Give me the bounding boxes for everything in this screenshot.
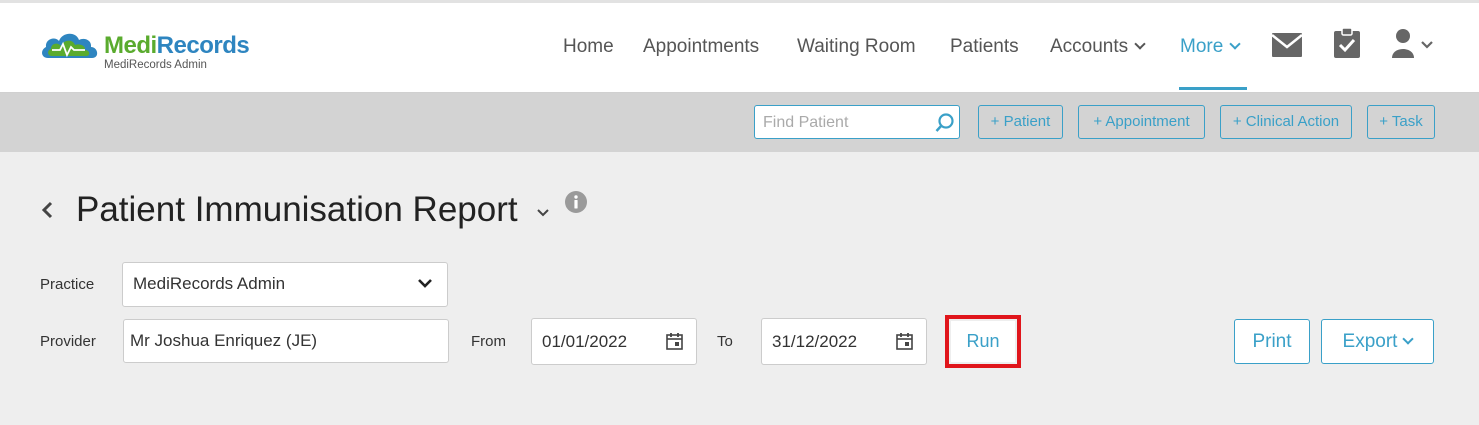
page-title: Patient Immunisation Report (76, 190, 518, 229)
nav-patients-label: Patients (950, 36, 1019, 57)
logo-text-records: Records (156, 32, 250, 59)
chevron-down-icon (418, 279, 432, 288)
run-button[interactable]: Run (951, 321, 1015, 362)
calendar-icon[interactable] (666, 332, 683, 350)
nav-waiting-room[interactable]: Waiting Room (797, 36, 916, 58)
provider-field[interactable]: Mr Joshua Enriquez (JE) (123, 319, 449, 363)
nav-accounts[interactable]: Accounts (1050, 36, 1146, 58)
provider-label: Provider (40, 333, 96, 350)
practice-label: Practice (40, 276, 95, 293)
back-chevron-icon[interactable] (40, 200, 54, 225)
cloud-logo-icon (42, 33, 98, 58)
search-input[interactable] (763, 112, 933, 134)
add-clinical-action-button[interactable]: + Clinical Action (1220, 105, 1352, 139)
mail-icon[interactable] (1271, 33, 1303, 62)
to-date-field[interactable]: 31/12/2022 (761, 318, 927, 365)
find-patient-search[interactable] (754, 105, 960, 139)
calendar-icon[interactable] (896, 332, 913, 350)
chevron-down-icon (1402, 333, 1415, 345)
search-icon[interactable] (935, 113, 955, 133)
from-date-value: 01/01/2022 (542, 332, 628, 351)
print-button[interactable]: Print (1234, 319, 1310, 364)
export-button-label: Export (1342, 331, 1398, 352)
nav-more-label: More (1180, 36, 1224, 57)
logo-text: MediRecords (104, 32, 250, 60)
user-icon[interactable] (1392, 28, 1436, 63)
print-button-label: Print (1252, 331, 1292, 352)
chevron-down-icon (1134, 38, 1146, 50)
nav-appointments[interactable]: Appointments (643, 36, 759, 58)
nav-patients[interactable]: Patients (950, 36, 1019, 58)
info-icon[interactable] (565, 191, 587, 218)
chevron-down-icon[interactable] (536, 205, 550, 223)
nav-home-label: Home (563, 36, 614, 57)
chevron-down-icon (1229, 38, 1241, 50)
nav-home[interactable]: Home (563, 36, 614, 58)
practice-select[interactable]: MediRecords Admin (122, 262, 448, 307)
from-label: From (471, 333, 506, 350)
logo-subtitle: MediRecords Admin (104, 59, 207, 71)
add-appointment-button[interactable]: + Appointment (1078, 105, 1205, 139)
nav-accounts-label: Accounts (1050, 36, 1129, 57)
from-date-field[interactable]: 01/01/2022 (531, 318, 697, 365)
add-task-button[interactable]: + Task (1367, 105, 1435, 139)
tasks-clipboard-icon[interactable] (1334, 27, 1360, 63)
to-label: To (717, 333, 733, 350)
nav-appointments-label: Appointments (643, 36, 760, 57)
nav-active-indicator (1179, 87, 1247, 90)
nav-more[interactable]: More (1180, 36, 1241, 58)
practice-selected-value: MediRecords Admin (133, 274, 286, 293)
to-date-value: 31/12/2022 (772, 332, 858, 351)
add-patient-button[interactable]: + Patient (978, 105, 1063, 139)
logo-text-medi: Medi (104, 32, 157, 59)
provider-value: Mr Joshua Enriquez (JE) (130, 331, 318, 350)
export-button[interactable]: Export (1321, 319, 1434, 364)
nav-waiting-room-label: Waiting Room (797, 36, 916, 57)
